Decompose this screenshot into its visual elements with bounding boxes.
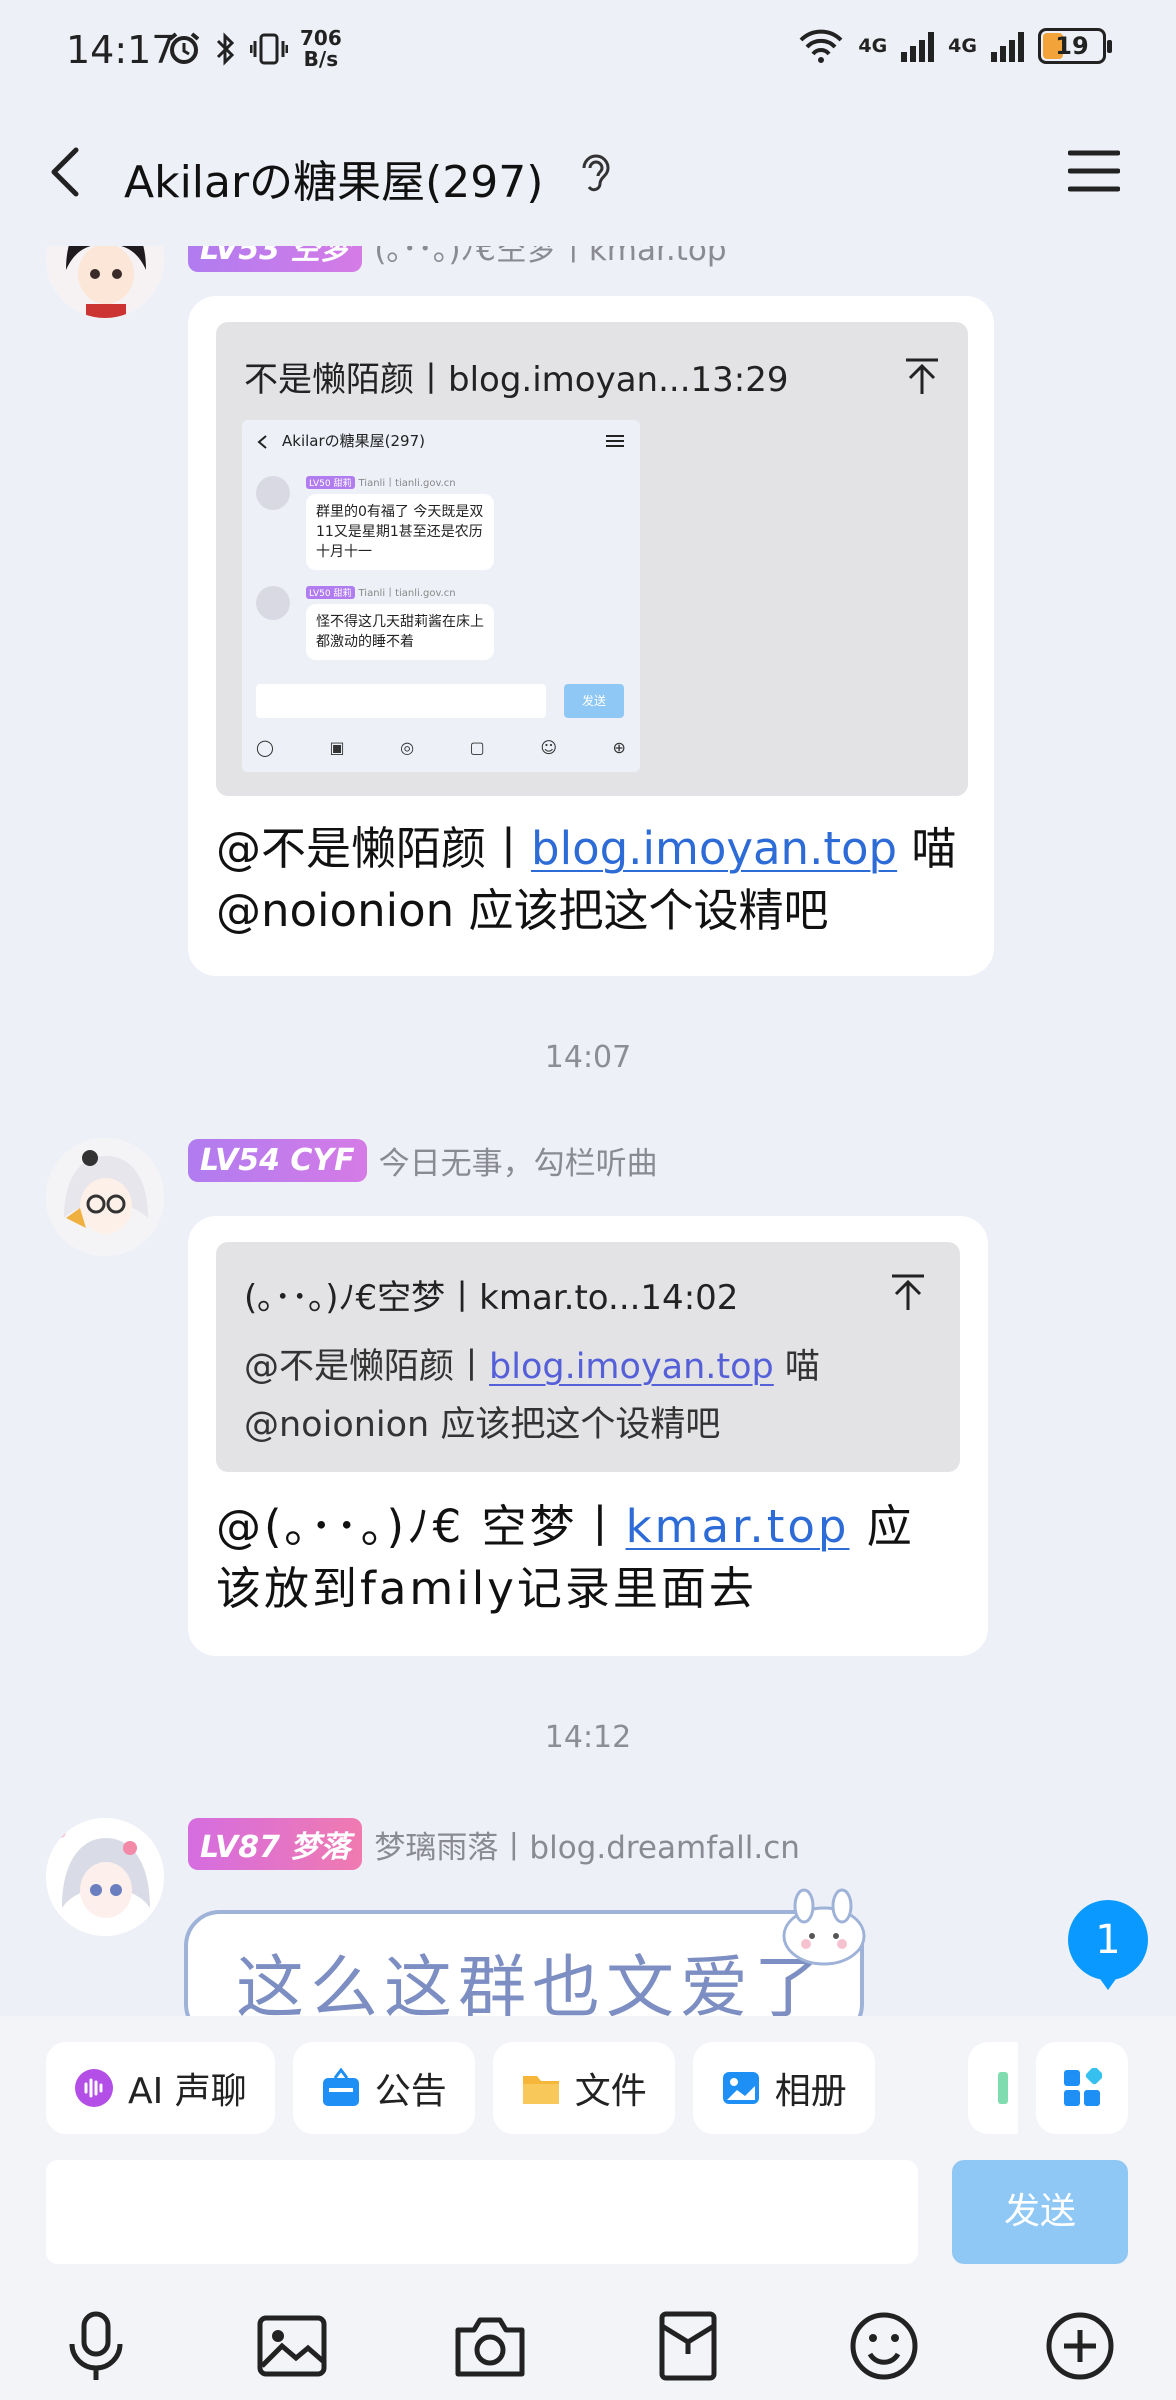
quote-block[interactable]: 不是懒陌颜丨blog.imoyan...13:29 Akilarの糖果屋(297…	[216, 322, 968, 796]
ear-icon	[582, 154, 610, 192]
send-button[interactable]: 发送	[952, 2160, 1128, 2264]
network-speed: 706 B/s	[300, 26, 342, 71]
quoted-screenshot: Akilarの糖果屋(297) LV50 甜莉 Tianli丨tianli.gov…	[242, 420, 640, 772]
album-button[interactable]: 相册	[692, 2042, 875, 2134]
plus-icon[interactable]	[1042, 2308, 1118, 2384]
folder-icon	[522, 2076, 559, 2104]
message-bubble[interactable]: 不是懒陌颜丨blog.imoyan...13:29 Akilarの糖果屋(297…	[188, 296, 994, 976]
unread-badge[interactable]: 1	[1068, 1900, 1148, 1990]
apps-grid-button[interactable]	[1036, 2042, 1128, 2134]
quote-header: (｡･･｡)ﾉ€空梦丨kmar.to...14:02	[244, 1278, 739, 1318]
level-badge: LV54 CYF	[188, 1139, 367, 1182]
alarm-icon	[168, 32, 200, 64]
chat-title[interactable]: Akilarの糖果屋(297)	[124, 146, 543, 210]
vibrate-icon	[250, 33, 288, 65]
sender-info: LV87 梦落 梦璃雨落丨blog.dreamfall.cn	[188, 1818, 800, 1870]
announcement-icon	[322, 2068, 359, 2106]
mini-title: Akilarの糖果屋(297)	[282, 432, 425, 450]
jump-to-top-icon[interactable]	[902, 356, 942, 396]
mini-toolbar: ◯ ▣ ◎ ▢ ☺ ⊕	[256, 738, 626, 757]
sender-info: LV54 CYF 今日无事，勾栏听曲	[188, 1138, 658, 1183]
album-icon	[722, 2072, 759, 2104]
wifi-icon	[799, 29, 843, 63]
ai-voice-chat-button[interactable]: AI 声聊	[46, 2042, 275, 2134]
emoji-icon[interactable]	[846, 2308, 922, 2384]
message-text: @(｡･･｡)ﾉ€ 空梦丨kmar.top 应 该放到family记录里面去	[216, 1500, 915, 1615]
signal-icon-2	[991, 30, 1024, 62]
red-packet-icon[interactable]	[650, 2308, 726, 2384]
quote-header: 不是懒陌颜丨blog.imoyan...13:29	[244, 360, 789, 400]
sticker-text: 这么这群也文爱了	[236, 1949, 829, 2016]
camera-icon[interactable]	[452, 2308, 528, 2384]
mini-message: 怪不得这几天甜莉酱在床上都激动的睡不着	[306, 604, 494, 660]
quote-block[interactable]: (｡･･｡)ﾉ€空梦丨kmar.to...14:02 @不是懒陌颜丨blog.i…	[216, 1242, 960, 1472]
sender-title: 梦璃雨落丨blog.dreamfall.cn	[374, 1829, 800, 1866]
message-link[interactable]: kmar.top	[626, 1500, 850, 1553]
mini-sender: LV50 甜莉 Tianli丨tianli.gov.cn	[306, 474, 456, 489]
time-separator: 14:12	[544, 1720, 632, 1755]
announcement-button[interactable]: 公告	[292, 2042, 475, 2134]
message-link[interactable]: blog.imoyan.top	[531, 822, 897, 875]
sticker-message[interactable]: 这么这群也文爱了	[184, 1888, 866, 2016]
mini-menu-icon	[606, 435, 624, 447]
time-separator: 14:07	[544, 1040, 632, 1075]
mini-send-button: 发送	[564, 684, 624, 718]
input-panel: AI 声聊 公告 文件 相册 发送	[0, 2016, 1176, 2400]
network-type-2: 4G	[948, 35, 977, 57]
level-badge: LV87 梦落	[188, 1818, 363, 1870]
mini-message: 群里的0有福了 今天既是双11又是星期1甚至还是农历十月十一	[306, 494, 494, 570]
files-button[interactable]: 文件	[492, 2042, 675, 2134]
jump-to-top-icon[interactable]	[888, 1272, 928, 1312]
mini-input	[256, 684, 546, 718]
mini-avatar	[256, 586, 290, 620]
microphone-icon[interactable]	[58, 2308, 134, 2384]
bluetooth-icon	[216, 32, 235, 66]
ai-voice-icon	[75, 2069, 113, 2107]
back-arrow-icon[interactable]	[40, 142, 100, 202]
mini-sender: LV50 甜莉 Tianli丨tianli.gov.cn	[306, 584, 456, 599]
message-bubble[interactable]: (｡･･｡)ﾉ€空梦丨kmar.to...14:02 @不是懒陌颜丨blog.i…	[188, 1216, 988, 1656]
status-bar: 14:17 706 B/s 4G 4G 19	[0, 0, 1176, 100]
avatar[interactable]	[46, 246, 164, 318]
sender-info: LV53 空梦 (｡･･｡)ﾉ€空梦丨kmar.top	[188, 246, 727, 272]
message-text: @不是懒陌颜丨blog.imoyan.top 喵 @noionion 应该把这个…	[216, 822, 957, 937]
bunny-sticker-icon	[782, 1888, 866, 1966]
signal-icon-1	[901, 30, 935, 62]
mini-back-icon	[257, 435, 267, 449]
status-time: 14:17	[66, 28, 176, 72]
message-input[interactable]	[46, 2160, 918, 2264]
network-type-1: 4G	[858, 35, 888, 57]
sender-title: 今日无事，勾栏听曲	[378, 1146, 658, 1182]
quote-text: @不是懒陌颜丨blog.imoyan.top 喵 @noionion 应该把这个…	[244, 1347, 820, 1445]
quote-link[interactable]: blog.imoyan.top	[489, 1347, 774, 1387]
level-badge: LV53 空梦	[188, 246, 363, 272]
chat-header: Akilarの糖果屋(297)	[0, 100, 1176, 246]
more-quick-actions-fade	[968, 2042, 1018, 2134]
message-list[interactable]: LV53 空梦 (｡･･｡)ﾉ€空梦丨kmar.top 不是懒陌颜丨blog.i…	[0, 246, 1176, 2016]
menu-icon[interactable]	[1068, 148, 1120, 194]
input-toolbar	[0, 2308, 1176, 2398]
apps-grid-icon	[1064, 2068, 1102, 2106]
image-icon[interactable]	[254, 2308, 330, 2384]
quick-action-bar: AI 声聊 公告 文件 相册	[46, 2042, 875, 2134]
sender-title: (｡･･｡)ﾉ€空梦丨kmar.top	[374, 246, 727, 268]
battery-icon: 19	[1038, 28, 1112, 64]
mini-avatar	[256, 476, 290, 510]
avatar[interactable]	[46, 1138, 164, 1256]
avatar[interactable]	[46, 1818, 164, 1936]
